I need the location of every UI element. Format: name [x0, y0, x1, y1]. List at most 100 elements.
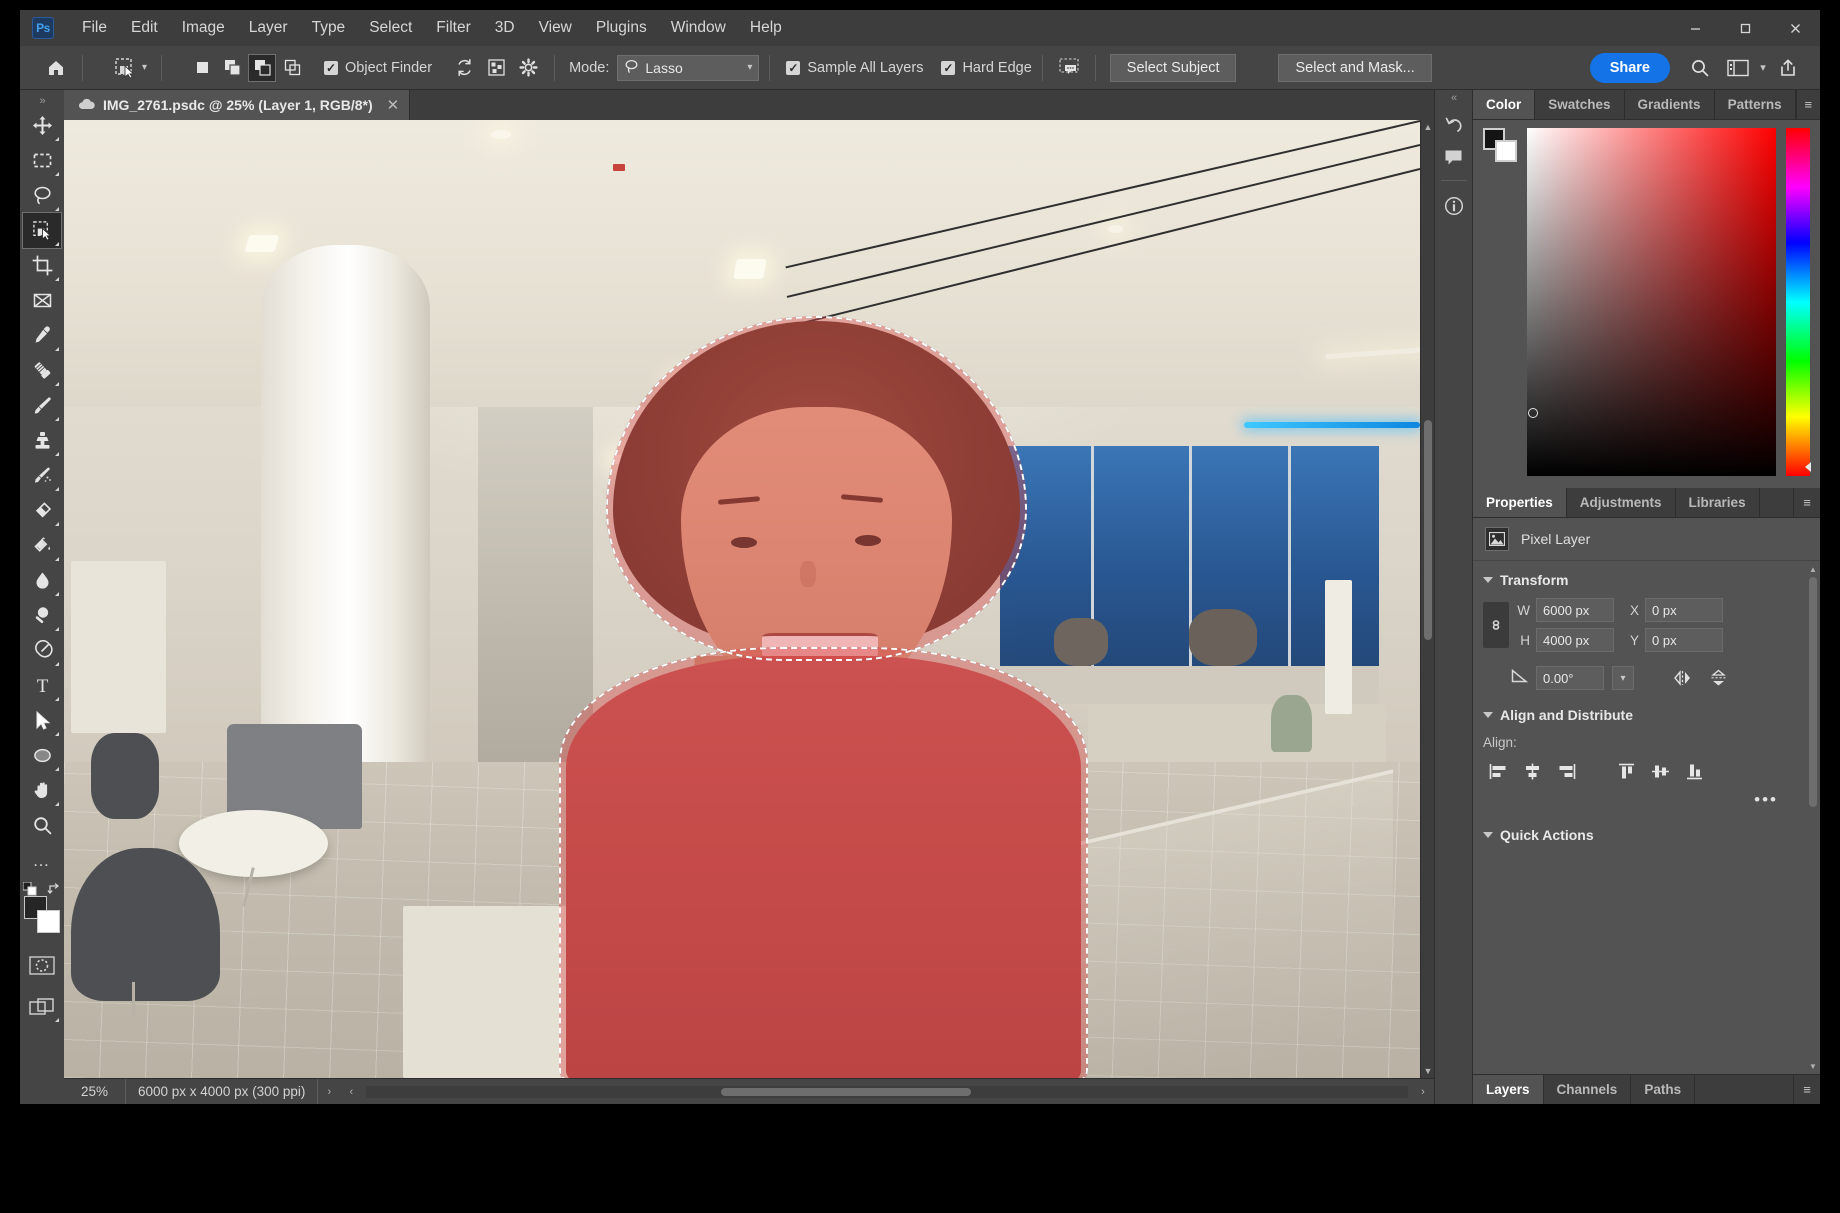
lasso-tool[interactable] — [23, 178, 61, 213]
maximize-button[interactable] — [1720, 10, 1770, 46]
scroll-left-icon[interactable]: ‹ — [340, 1086, 362, 1098]
quick-mask-button[interactable] — [23, 948, 61, 983]
panel-menu-icon[interactable]: ≡ — [1794, 1075, 1820, 1104]
align-vertical-centers-icon[interactable] — [1645, 758, 1675, 784]
object-finder-checkbox[interactable]: ✓ Object Finder — [324, 60, 432, 76]
minimize-button[interactable] — [1670, 10, 1720, 46]
chevron-down-icon[interactable]: ▾ — [1612, 666, 1634, 690]
align-more-options-icon[interactable]: ••• — [1754, 790, 1778, 810]
tab-adjustments[interactable]: Adjustments — [1567, 488, 1676, 517]
align-right-edges-icon[interactable] — [1551, 758, 1581, 784]
x-input[interactable]: 0 px — [1645, 598, 1723, 622]
y-input[interactable]: 0 px — [1645, 628, 1723, 652]
object-selection-tool[interactable] — [23, 213, 61, 248]
crop-tool[interactable] — [23, 248, 61, 283]
panel-menu-icon[interactable]: ≡ — [1797, 90, 1820, 119]
home-icon[interactable] — [40, 53, 72, 83]
hand-tool[interactable] — [23, 773, 61, 808]
mode-select[interactable]: Lasso ▾ — [617, 55, 759, 81]
tab-layers[interactable]: Layers — [1473, 1075, 1544, 1104]
link-aspect-ratio-icon[interactable] — [1483, 602, 1509, 648]
ellipse-tool[interactable] — [23, 738, 61, 773]
comments-icon[interactable] — [1439, 142, 1469, 172]
zoom-level[interactable]: 25% — [64, 1079, 126, 1104]
sv-cursor[interactable] — [1528, 408, 1538, 418]
eyedropper-tool[interactable] — [23, 318, 61, 353]
menu-select[interactable]: Select — [357, 15, 424, 41]
gear-icon[interactable] — [512, 53, 544, 83]
quick-actions-section-header[interactable]: Quick Actions — [1473, 816, 1806, 851]
menu-type[interactable]: Type — [300, 15, 358, 41]
hue-marker[interactable] — [1805, 462, 1811, 472]
status-forward-icon[interactable]: › — [318, 1086, 340, 1098]
canvas-vertical-scrollbar[interactable]: ▲ ▼ — [1420, 120, 1434, 1078]
brush-tool[interactable] — [23, 388, 61, 423]
width-input[interactable]: 6000 px — [1536, 598, 1614, 622]
edit-toolbar-button[interactable]: … — [23, 843, 61, 878]
tab-channels[interactable]: Channels — [1544, 1075, 1632, 1104]
clone-stamp-tool[interactable] — [23, 423, 61, 458]
close-button[interactable] — [1770, 10, 1820, 46]
properties-scrollbar[interactable]: ▲ ▼ — [1808, 563, 1818, 1072]
sample-all-layers-checkbox[interactable]: ✓ Sample All Layers — [786, 60, 923, 76]
properties-scroll-thumb[interactable] — [1809, 577, 1817, 807]
frame-tool[interactable] — [23, 283, 61, 318]
menu-image[interactable]: Image — [170, 15, 237, 41]
tool-preset-picker[interactable]: ▾ — [107, 54, 151, 82]
refresh-icon[interactable] — [448, 53, 480, 83]
swap-colors-icon[interactable] — [47, 882, 61, 899]
chevron-down-icon[interactable]: ▾ — [1754, 53, 1772, 83]
tab-gradients[interactable]: Gradients — [1625, 90, 1715, 119]
selection-feedback-icon[interactable] — [1053, 53, 1085, 83]
workspace-icon[interactable] — [1722, 53, 1754, 83]
info-icon[interactable] — [1439, 191, 1469, 221]
image-canvas[interactable] — [64, 120, 1420, 1078]
toolbar-collapse-grip[interactable]: » — [20, 94, 64, 108]
vertical-scroll-thumb[interactable] — [1424, 420, 1432, 640]
add-to-selection-button[interactable] — [218, 54, 246, 82]
tab-libraries[interactable]: Libraries — [1676, 488, 1760, 517]
spot-healing-brush-tool[interactable] — [23, 353, 61, 388]
transform-section-header[interactable]: Transform — [1473, 561, 1806, 596]
share-button[interactable]: Share — [1590, 53, 1670, 83]
history-icon[interactable] — [1439, 110, 1469, 140]
flip-horizontal-icon[interactable] — [1668, 666, 1696, 690]
show-all-objects-icon[interactable] — [480, 53, 512, 83]
menu-plugins[interactable]: Plugins — [584, 15, 659, 41]
screen-mode-button[interactable] — [23, 989, 61, 1024]
rectangular-marquee-tool[interactable] — [23, 143, 61, 178]
intersect-with-selection-button[interactable] — [278, 54, 306, 82]
menu-window[interactable]: Window — [659, 15, 738, 41]
tab-paths[interactable]: Paths — [1631, 1075, 1695, 1104]
new-selection-button[interactable] — [188, 54, 216, 82]
menu-help[interactable]: Help — [738, 15, 794, 41]
eraser-tool[interactable] — [23, 493, 61, 528]
path-selection-tool[interactable] — [23, 703, 61, 738]
menu-edit[interactable]: Edit — [119, 15, 170, 41]
hue-slider[interactable] — [1786, 128, 1810, 476]
history-brush-tool[interactable] — [23, 458, 61, 493]
subtract-from-selection-button[interactable] — [248, 54, 276, 82]
tab-patterns[interactable]: Patterns — [1715, 90, 1796, 119]
scroll-up-icon[interactable]: ▲ — [1421, 120, 1435, 134]
align-bottom-edges-icon[interactable] — [1679, 758, 1709, 784]
dock-expand-grip[interactable]: « — [1451, 92, 1456, 106]
align-section-header[interactable]: Align and Distribute — [1473, 696, 1806, 731]
select-subject-button[interactable]: Select Subject — [1110, 54, 1237, 82]
zoom-tool[interactable] — [23, 808, 61, 843]
background-color-swatch[interactable] — [37, 910, 60, 933]
gradient-tool[interactable] — [23, 528, 61, 563]
hard-edge-checkbox[interactable]: ✓ Hard Edge — [941, 60, 1031, 76]
document-tab[interactable]: IMG_2761.psdc @ 25% (Layer 1, RGB/8*) ✕ — [64, 90, 410, 120]
menu-view[interactable]: View — [527, 15, 584, 41]
pen-tool[interactable] — [23, 633, 61, 668]
panel-menu-icon[interactable]: ≡ — [1794, 488, 1820, 517]
flip-vertical-icon[interactable] — [1704, 666, 1732, 690]
background-color-swatch[interactable] — [1495, 140, 1517, 162]
align-top-edges-icon[interactable] — [1611, 758, 1641, 784]
menu-layer[interactable]: Layer — [237, 15, 300, 41]
menu-3d[interactable]: 3D — [483, 15, 527, 41]
align-left-edges-icon[interactable] — [1483, 758, 1513, 784]
horizontal-scroll-thumb[interactable] — [721, 1088, 971, 1096]
scroll-up-icon[interactable]: ▲ — [1808, 563, 1818, 575]
